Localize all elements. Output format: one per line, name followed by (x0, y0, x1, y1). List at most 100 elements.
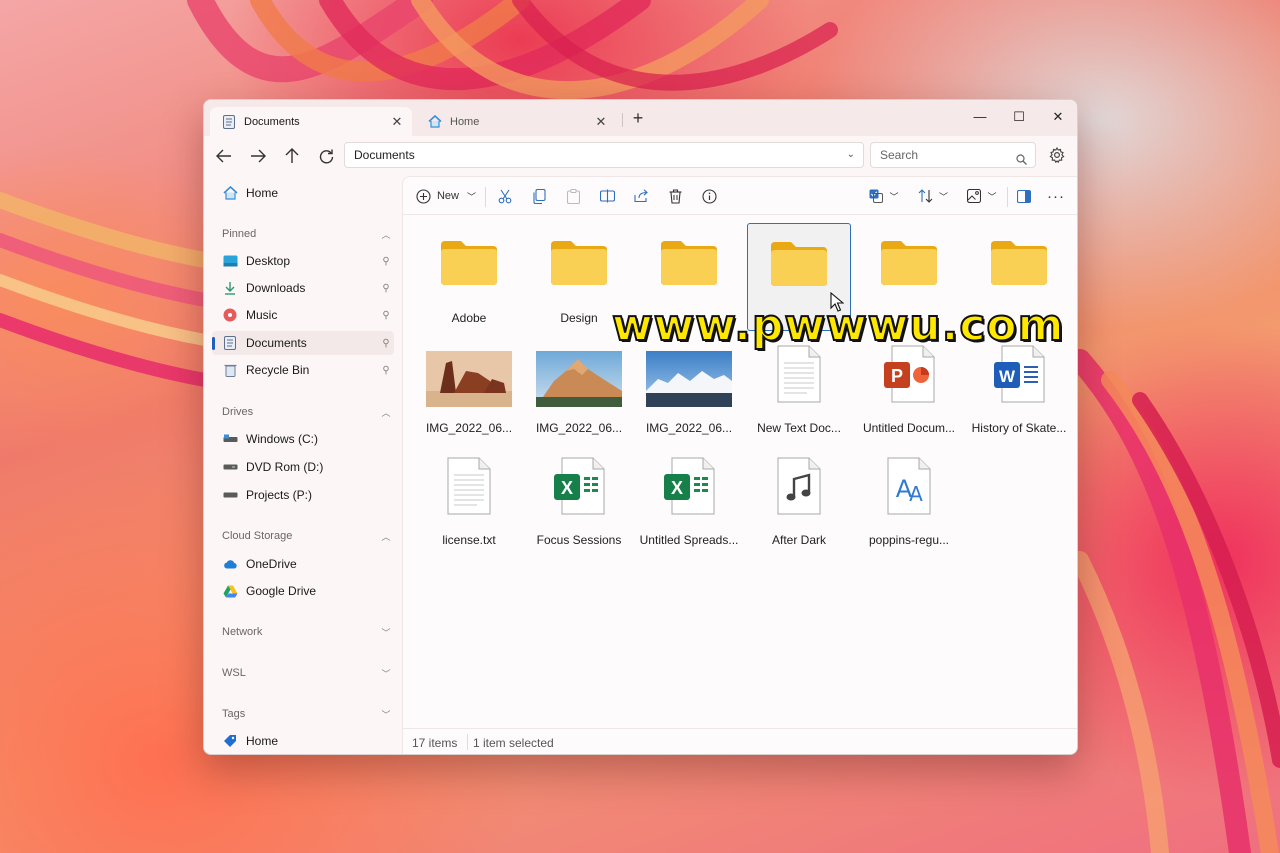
new-tab-button[interactable]: + (628, 109, 648, 129)
properties-button[interactable] (697, 184, 721, 208)
close-tab-icon[interactable]: ✕ (594, 114, 608, 130)
settings-button[interactable] (1046, 144, 1068, 166)
image-icon (967, 189, 982, 203)
sidebar-item-label: Documents (246, 336, 307, 350)
forward-button[interactable] (246, 144, 270, 168)
sidebar-item-label: DVD Rom (D:) (246, 460, 324, 474)
tab-documents[interactable]: Documents ✕ (210, 107, 412, 136)
address-bar[interactable]: Documents ⌄ (344, 142, 864, 168)
close-button[interactable]: ✕ (1038, 104, 1077, 130)
section-cloud-storage[interactable]: Cloud Storage ︿ (212, 526, 394, 546)
sidebar-item-google-drive[interactable]: Google Drive (212, 579, 394, 603)
pin-icon[interactable]: ⚲ (378, 283, 394, 294)
home-icon (428, 115, 442, 129)
sidebar-item-label: Projects (P:) (246, 488, 313, 502)
file-item[interactable]: license.txt (417, 445, 521, 553)
powerpoint-icon: P (883, 345, 935, 403)
svg-text:X: X (671, 478, 683, 498)
minimize-button[interactable]: — (960, 104, 1000, 130)
search-input[interactable]: Search (870, 142, 1036, 168)
download-icon (222, 280, 238, 296)
section-pinned[interactable]: Pinned ︿ (212, 224, 394, 244)
new-button[interactable]: New ﹀ (415, 184, 477, 208)
sidebar-item-desktop[interactable]: Desktop ⚲ (212, 249, 394, 273)
preview-pane-button[interactable] (1012, 184, 1036, 208)
chevron-down-icon: ﹀ (938, 191, 948, 202)
svg-text:A: A (909, 482, 923, 506)
music-icon (222, 307, 238, 323)
folder-item[interactable]: Adobe (417, 223, 521, 331)
sidebar-item-home[interactable]: Home (212, 181, 394, 205)
file-item[interactable]: After Dark (747, 445, 851, 553)
chevron-down-icon[interactable]: ﹀ (378, 708, 394, 721)
file-grid: Adobe Design IMG_2022_06... IMG_2022_06... I… (403, 217, 1077, 717)
cloud-icon (222, 556, 238, 572)
new-label: New (436, 190, 459, 202)
tag-icon (222, 733, 238, 749)
delete-button[interactable] (663, 184, 687, 208)
section-wsl[interactable]: WSL ﹀ (212, 663, 394, 683)
chevron-down-icon[interactable]: ﹀ (378, 626, 394, 639)
sidebar-item-recycle-bin[interactable]: Recycle Bin ⚲ (212, 358, 394, 382)
layout-button[interactable]: ﹀ (965, 184, 999, 208)
more-icon: ··· (1047, 187, 1065, 205)
file-item[interactable]: X Focus Sessions (527, 445, 631, 553)
status-divider (467, 734, 468, 750)
rename-button[interactable] (595, 184, 619, 208)
sidebar-item-dvd-d[interactable]: DVD Rom (D:) (212, 455, 394, 479)
sort-icon (918, 189, 933, 203)
rename-icon (599, 189, 615, 203)
sidebar-item-downloads[interactable]: Downloads ⚲ (212, 276, 394, 300)
pin-icon[interactable]: ⚲ (378, 310, 394, 321)
section-network[interactable]: Network ﹀ (212, 622, 394, 642)
file-name: Untitled Spreads... (639, 533, 739, 547)
sidebar-item-tag-home[interactable]: Home (212, 729, 394, 753)
paste-button[interactable] (561, 184, 585, 208)
section-title: Cloud Storage (222, 530, 293, 542)
image-thumbnail (646, 351, 732, 407)
file-item[interactable]: A A poppins-regu... (857, 445, 961, 553)
file-item[interactable]: IMG_2022_06... (417, 333, 521, 441)
status-bar: 17 items 1 item selected (403, 728, 1077, 754)
section-drives[interactable]: Drives ︿ (212, 402, 394, 422)
section-tags[interactable]: Tags ﹀ (212, 704, 394, 724)
chevron-down-icon: ﹀ (467, 191, 477, 202)
drive-icon (222, 431, 238, 447)
folder-icon (879, 239, 939, 287)
cut-button[interactable] (493, 184, 517, 208)
sidebar-item-documents[interactable]: Documents ⚲ (212, 331, 394, 355)
chevron-up-icon[interactable]: ︿ (378, 228, 394, 241)
up-button[interactable] (280, 144, 304, 168)
sort-button[interactable]: ﹀ (915, 184, 951, 208)
copy-button[interactable] (527, 184, 551, 208)
more-options-button[interactable]: ··· (1044, 184, 1068, 208)
excel-icon: X (553, 457, 605, 515)
sidebar-item-windows-c[interactable]: Windows (C:) (212, 427, 394, 451)
pin-icon[interactable]: ⚲ (378, 365, 394, 376)
word-icon: W (993, 345, 1045, 403)
close-tab-icon[interactable]: ✕ (390, 114, 404, 130)
excel-icon: X (663, 457, 715, 515)
back-button[interactable] (212, 144, 236, 168)
file-name: IMG_2022_06... (535, 421, 623, 435)
refresh-button[interactable] (314, 144, 338, 168)
maximize-button[interactable]: ☐ (999, 104, 1039, 130)
chevron-up-icon[interactable]: ︿ (378, 406, 394, 419)
home-icon (222, 185, 238, 201)
sidebar-item-projects-p[interactable]: Projects (P:) (212, 483, 394, 507)
recycle-bin-icon (222, 362, 238, 378)
share-button[interactable] (629, 184, 653, 208)
chevron-up-icon[interactable]: ︿ (378, 530, 394, 543)
sidebar-item-onedrive[interactable]: OneDrive (212, 552, 394, 576)
pin-icon[interactable]: ⚲ (378, 256, 394, 267)
chevron-down-icon[interactable]: ⌄ (847, 143, 855, 167)
title-bar: Documents ✕ Home ✕ + — ☐ ✕ (204, 100, 1077, 136)
sidebar-item-music[interactable]: Music ⚲ (212, 303, 394, 327)
section-title: WSL (222, 667, 246, 679)
chevron-down-icon[interactable]: ﹀ (378, 667, 394, 680)
file-item[interactable]: X Untitled Spreads... (637, 445, 741, 553)
pin-icon[interactable]: ⚲ (378, 338, 394, 349)
svg-text:W: W (999, 367, 1016, 386)
select-button[interactable]: ﹀ (867, 184, 901, 208)
tab-home[interactable]: Home ✕ (416, 107, 616, 136)
